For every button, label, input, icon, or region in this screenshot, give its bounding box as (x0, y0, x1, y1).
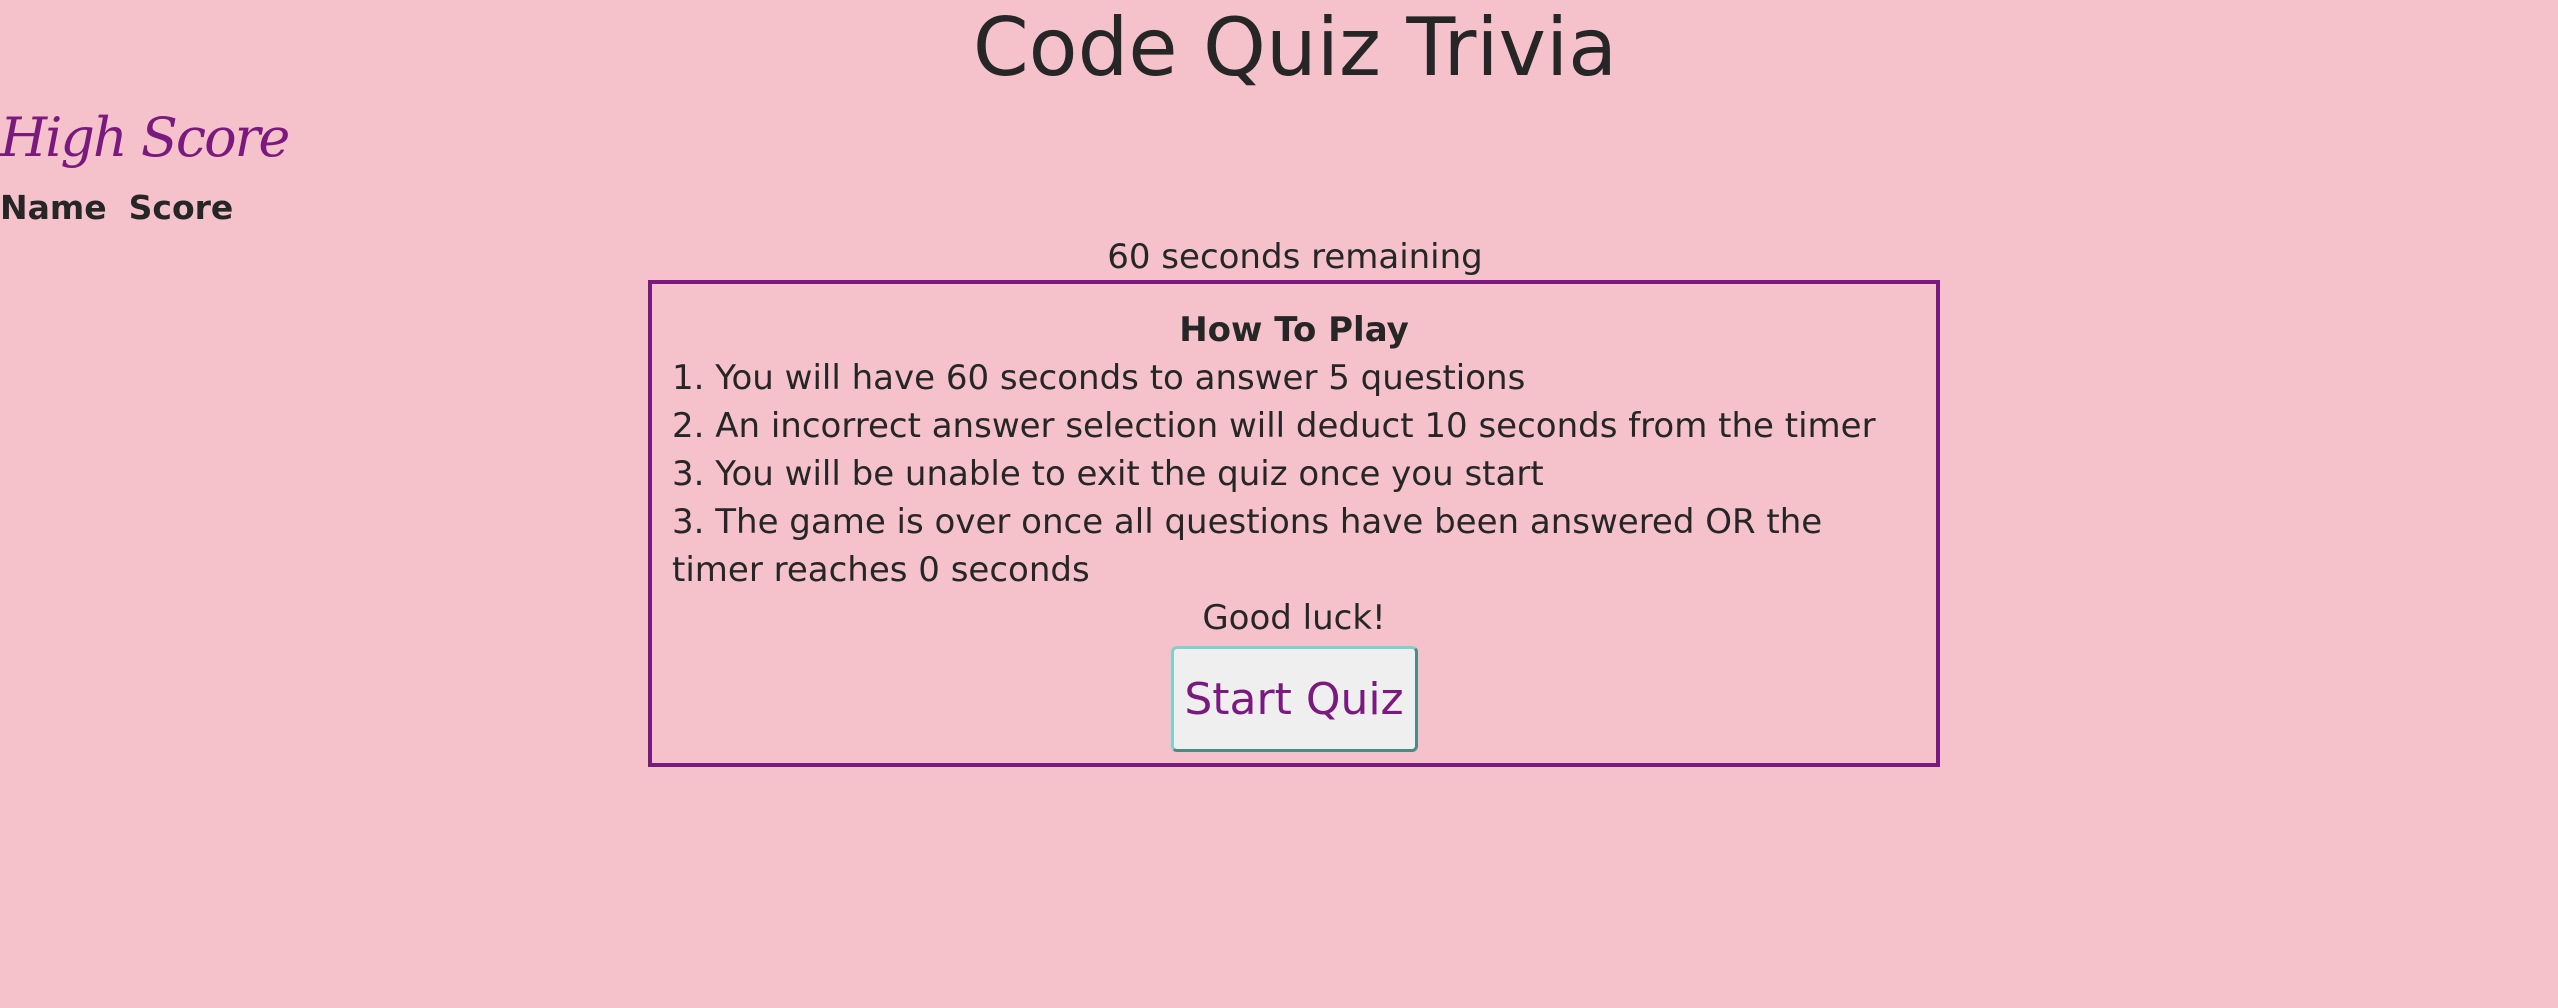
highscore-score-column: Score (128, 188, 234, 227)
highscore-table-header: Name Score (0, 188, 233, 228)
quiz-page: Code Quiz Trivia High Score Name Score 6… (0, 0, 2558, 1008)
rule-item: 1. You will have 60 seconds to answer 5 … (672, 358, 1526, 398)
rule-item: 3. The game is over once all questions h… (672, 502, 1823, 590)
highscore-title: High Score (0, 106, 290, 169)
timer-text: 60 seconds remaining (1107, 237, 1483, 277)
highscore-name-column: Name (0, 188, 107, 227)
page-title: Code Quiz Trivia (972, 1, 1618, 94)
good-luck-text: Good luck! (1202, 598, 1386, 638)
instructions-heading: How To Play (1179, 310, 1409, 350)
start-quiz-button[interactable]: Start Quiz (1170, 646, 1418, 752)
start-button-wrap: Start Quiz (672, 646, 1916, 752)
instructions-box: How To Play 1. You will have 60 seconds … (648, 280, 1940, 767)
rule-item: 2. An incorrect answer selection will de… (672, 406, 1876, 446)
rule-item: 3. You will be unable to exit the quiz o… (672, 454, 1544, 494)
